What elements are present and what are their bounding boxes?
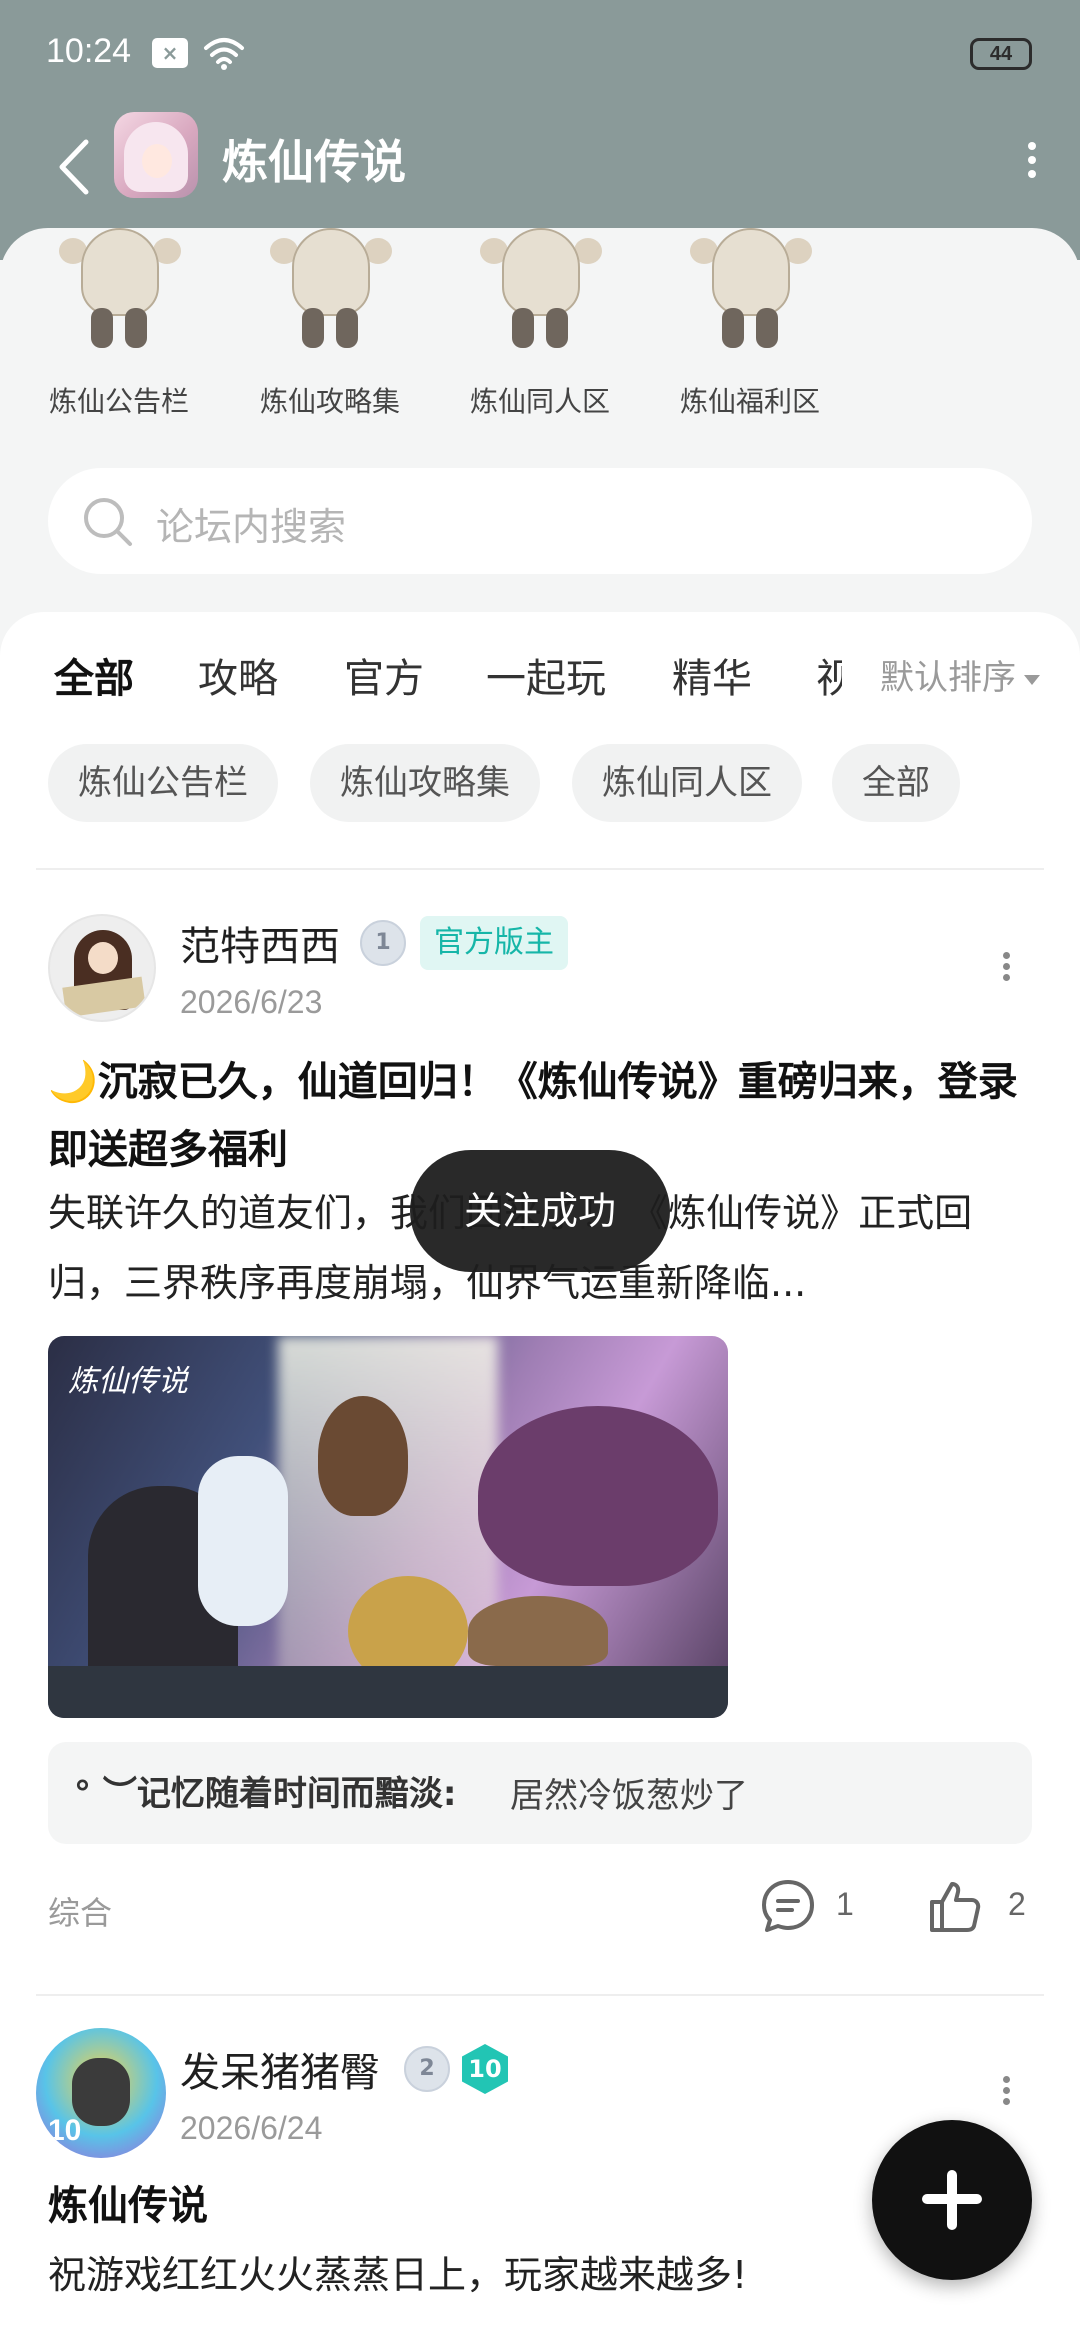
tab-guides[interactable]: 攻略 <box>198 646 278 704</box>
filter-chips: 炼仙公告栏 炼仙攻略集 炼仙同人区 全部 <box>48 744 1048 822</box>
chip-fanworks[interactable]: 炼仙同人区 <box>572 744 802 822</box>
post-date: 2026/6/23 <box>180 984 323 1020</box>
divider <box>36 868 1044 870</box>
author-name[interactable]: 发呆猪猪臀 <box>180 2040 380 2098</box>
forum-search-bar[interactable]: 论坛内搜索 <box>48 468 1032 574</box>
level-badge: 1 <box>360 920 406 966</box>
like-count: 2 <box>1008 1886 1026 1922</box>
tab-official[interactable]: 官方 <box>344 646 424 704</box>
chip-announcements[interactable]: 炼仙公告栏 <box>48 744 278 822</box>
author-name[interactable]: 范特西西 <box>180 914 340 972</box>
search-icon <box>84 498 132 546</box>
author-avatar[interactable]: 10 <box>36 2028 166 2158</box>
back-icon[interactable] <box>50 132 98 202</box>
comment-count: 1 <box>836 1886 854 1922</box>
game-avatar[interactable] <box>114 112 198 198</box>
tab-play-together[interactable]: 一起玩 <box>486 646 606 704</box>
board-item-announcements[interactable]: 炼仙公告栏 <box>34 228 204 420</box>
status-time: 10:24 <box>46 32 132 70</box>
divider <box>36 1994 1044 1996</box>
board-mascot-icon <box>480 228 602 358</box>
board-item-guides[interactable]: 炼仙攻略集 <box>245 228 415 420</box>
author-avatar[interactable] <box>48 914 156 1022</box>
comment-text: 居然冷饭葱炒了 <box>510 1776 748 1816</box>
board-label: 炼仙公告栏 <box>48 385 189 418</box>
level-badge: 2 <box>404 2046 450 2092</box>
follow-success-toast: 关注成功 <box>410 1150 670 1272</box>
post-category: 综合 <box>48 1894 113 1932</box>
wifi-icon <box>204 38 244 70</box>
image-logo-text: 炼仙传说 <box>68 1364 188 1399</box>
comment-icon <box>762 1880 814 1932</box>
battery-icon: 44 <box>970 38 1032 70</box>
nav-bar: 炼仙传说 <box>0 110 1080 230</box>
tab-all[interactable]: 全部 <box>54 646 134 710</box>
sim-icon: × <box>152 38 188 68</box>
tab-video[interactable]: 视 <box>816 646 842 704</box>
post-more-icon[interactable] <box>1000 2072 1012 2112</box>
thumbs-up-icon <box>930 1882 981 1932</box>
feed-tabs: 全部 攻略 官方 一起玩 精华 视 默认排序 <box>0 640 1080 720</box>
board-label: 炼仙同人区 <box>469 385 610 418</box>
board-item-welfare[interactable]: 炼仙福利区 <box>665 228 835 420</box>
more-options-icon[interactable] <box>1026 136 1038 190</box>
create-post-button[interactable] <box>868 2116 1036 2284</box>
caret-down-icon <box>1024 674 1040 685</box>
board-label: 炼仙福利区 <box>679 385 820 418</box>
board-mascot-icon <box>270 228 392 358</box>
post-image[interactable]: 炼仙传说 <box>48 1336 728 1718</box>
sort-label: 默认排序 <box>880 658 1016 698</box>
post-date: 2026/6/24 <box>180 2110 323 2146</box>
like-button[interactable]: 2 <box>924 1872 1034 1942</box>
board-label: 炼仙攻略集 <box>259 385 400 418</box>
search-placeholder: 论坛内搜索 <box>156 505 347 549</box>
post-more-icon[interactable] <box>1000 948 1012 988</box>
tab-featured[interactable]: 精华 <box>672 646 752 704</box>
board-mascot-icon <box>690 228 812 358</box>
chip-guides[interactable]: 炼仙攻略集 <box>310 744 540 822</box>
hot-comment[interactable]: ° ︶记忆随着时间而黯淡: 居然冷饭葱炒了 <box>48 1742 1032 1844</box>
status-bar: 10:24 × 44 <box>0 0 1080 110</box>
game-title: 炼仙传说 <box>222 135 406 189</box>
board-shortcuts: 炼仙公告栏 炼仙攻略集 炼仙同人区 炼仙福利区 <box>0 228 1080 438</box>
board-mascot-icon <box>59 228 181 358</box>
board-item-fanworks[interactable]: 炼仙同人区 <box>455 228 625 420</box>
comment-author: ° ︶记忆随着时间而黯淡: <box>74 1774 457 1814</box>
official-moderator-badge: 官方版主 <box>420 916 568 970</box>
comment-button[interactable]: 1 <box>758 1872 868 1942</box>
sort-dropdown[interactable]: 默认排序 <box>880 650 1040 699</box>
chip-all[interactable]: 全部 <box>832 744 960 822</box>
avatar-text: 10 <box>48 2114 82 2147</box>
